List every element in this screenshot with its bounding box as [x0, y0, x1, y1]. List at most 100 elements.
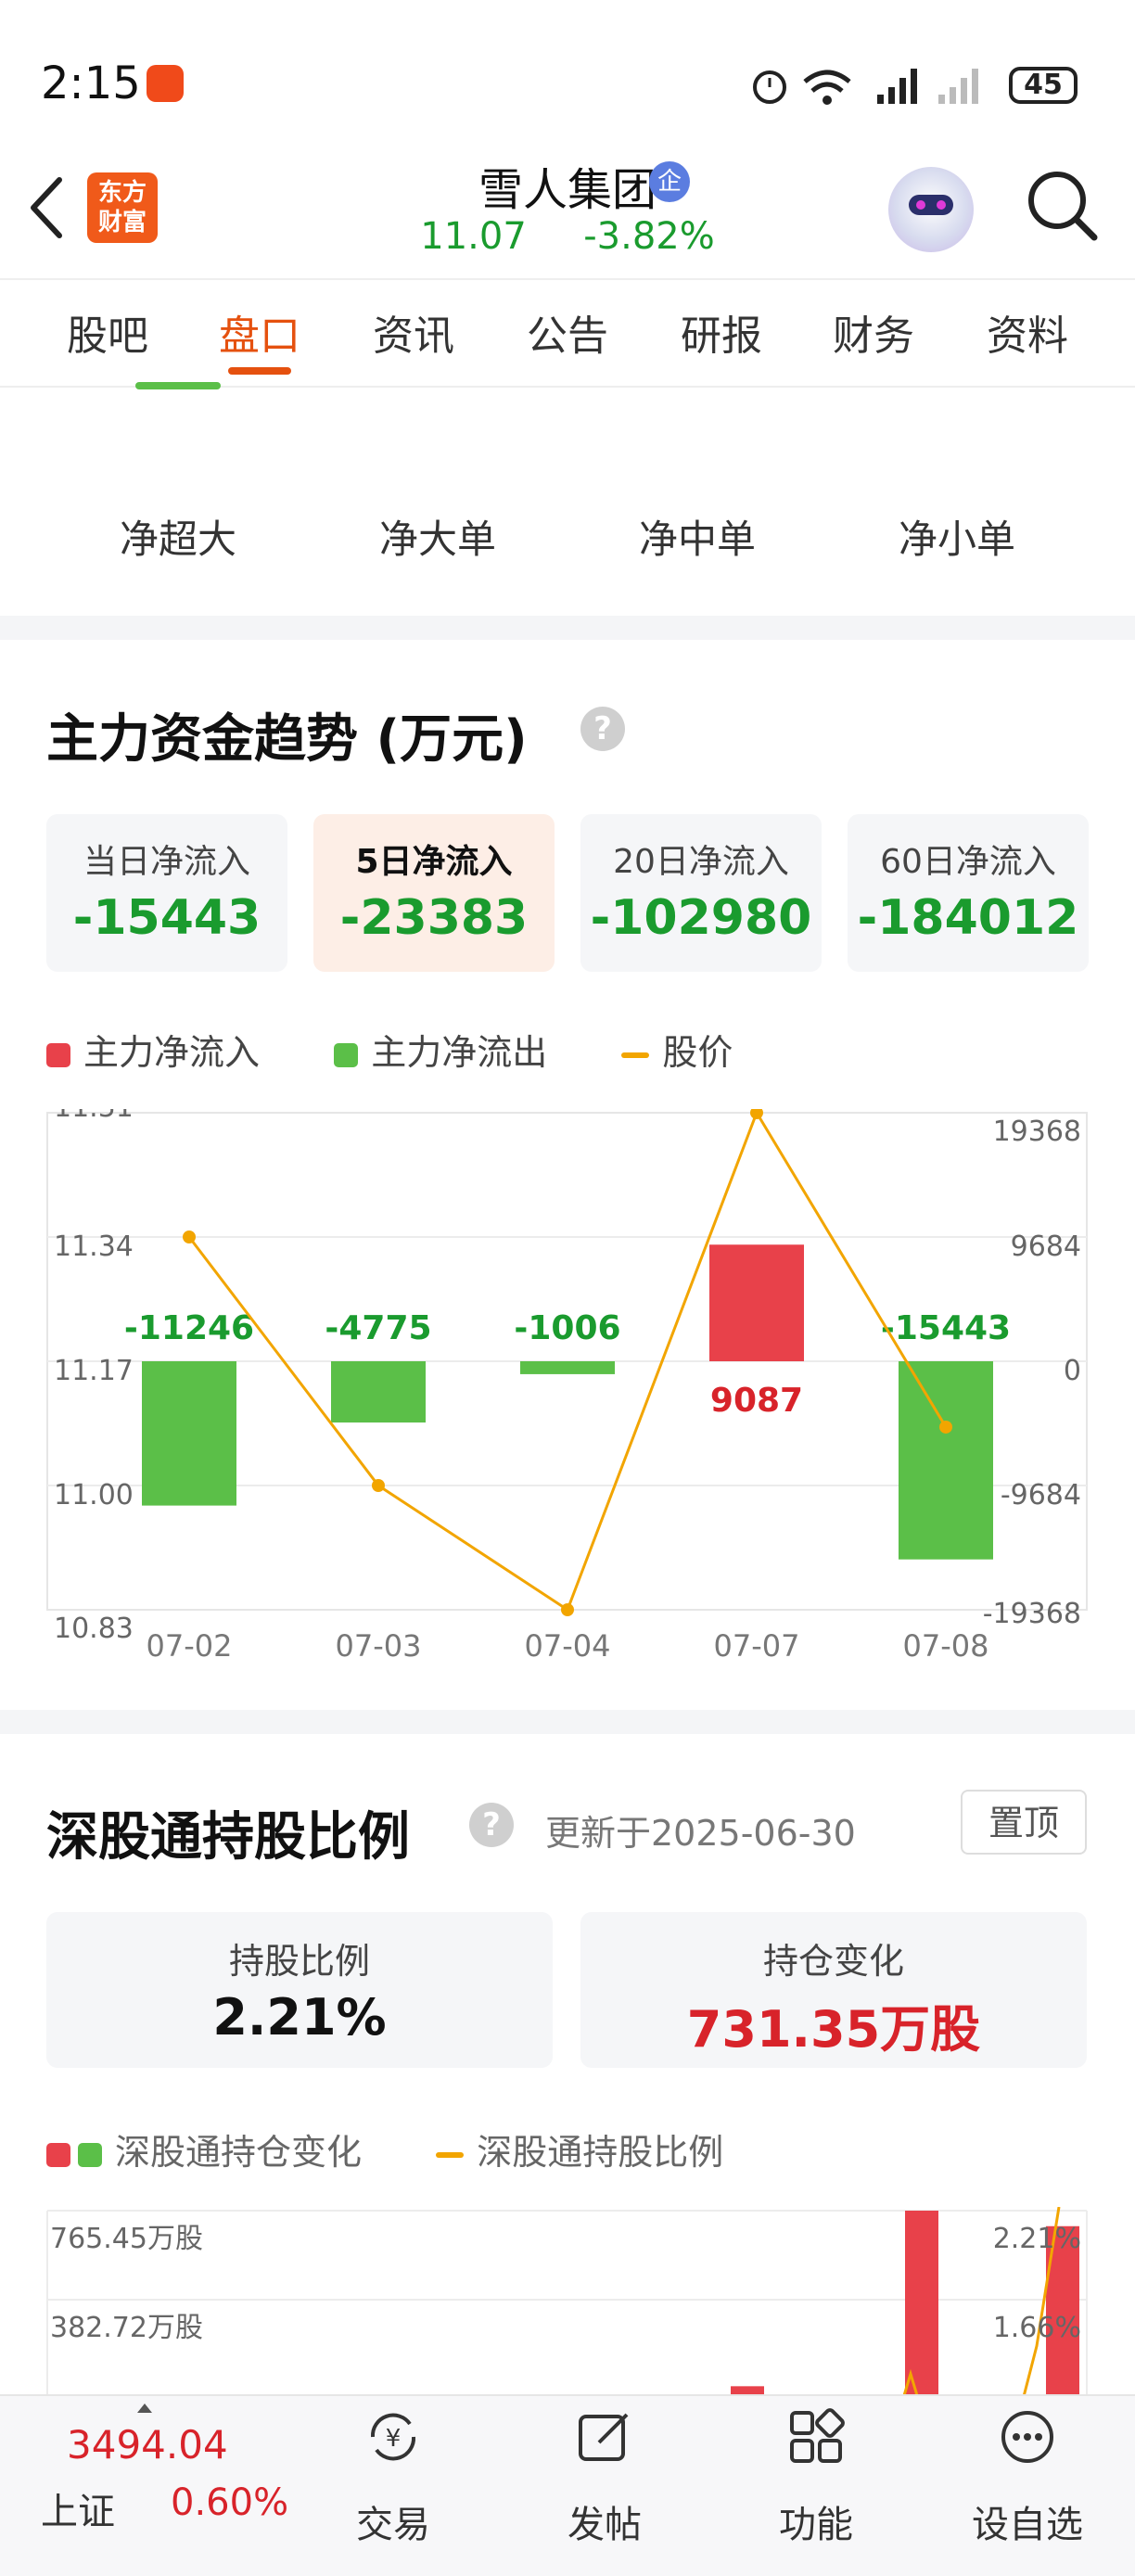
sz-connect-chart: 765.45万股 382.72万股 2.21% 1.66% — [46, 2207, 1088, 2402]
legend-ratio-swatch — [436, 2151, 465, 2158]
tab-news[interactable]: 资讯 — [339, 302, 488, 362]
caret-up-icon — [137, 2404, 152, 2413]
y-left-tick: 11.34 — [54, 1231, 134, 1263]
y-left-tick: 11.51 — [54, 1109, 134, 1124]
enterprise-badge: 企 — [649, 161, 690, 202]
x-tick-label: 07-03 — [336, 1628, 422, 1664]
fund-trend-chart: 11.51 11.34 11.17 11.00 10.83 19368 9684 0 -9684… — [46, 1109, 1088, 1664]
chart-fragment — [135, 382, 221, 389]
y-right-tick: -19368 — [983, 1598, 1081, 1630]
index-change-pct[interactable]: 0.60% — [171, 2481, 288, 2524]
x-tick-label: 07-07 — [714, 1628, 800, 1664]
legend-inflow-swatch — [46, 1042, 70, 1067]
trade-icon: ¥ — [370, 2413, 416, 2461]
x-tick-label: 07-02 — [147, 1628, 233, 1664]
y-right-tick: 9684 — [1011, 1231, 1081, 1263]
y-left-tick: 11.00 — [54, 1479, 134, 1511]
app-notification-icon — [147, 65, 184, 102]
stock-price: 11.07 — [420, 215, 527, 258]
legend-green-swatch — [78, 2142, 102, 2167]
flow-label-medium: 净中单 — [638, 516, 756, 562]
card-value: -23383 — [339, 890, 529, 946]
edit-icon — [579, 2413, 629, 2461]
section-divider — [0, 1710, 1135, 1734]
alarm-icon — [753, 70, 786, 104]
tab-profile[interactable]: 资料 — [953, 302, 1102, 362]
nav-trade[interactable]: ¥ 交易 — [319, 2402, 467, 2548]
help-icon[interactable]: ? — [469, 1803, 514, 1847]
flow-value-label: -11246 — [124, 1309, 254, 1347]
price-point — [561, 1603, 574, 1616]
y-left-tick: 765.45万股 — [50, 2223, 203, 2255]
index-value[interactable]: 3494.04 — [67, 2422, 228, 2468]
tab-finance[interactable]: 财务 — [799, 302, 948, 362]
section-divider — [0, 616, 1135, 640]
tab-announcements[interactable]: 公告 — [493, 302, 642, 362]
card-60day-inflow[interactable]: 60日净流入 -184012 — [848, 814, 1089, 972]
wifi-icon — [803, 70, 851, 105]
flow-value-label: -1006 — [514, 1309, 620, 1347]
flow-value-label: -15443 — [881, 1309, 1011, 1347]
y-right-tick: 1.66% — [993, 2312, 1081, 2344]
y-right-tick: 2.21% — [993, 2223, 1081, 2255]
flow-label-small: 净小单 — [898, 516, 1015, 562]
tab-pankou[interactable]: 盘口 — [185, 302, 334, 362]
svg-text:¥: ¥ — [386, 2425, 402, 2453]
battery-icon: 45 — [1009, 67, 1078, 104]
section-title-sz-connect: 深股通持股比例 — [46, 1807, 410, 1868]
flow-value-label: -4775 — [325, 1309, 431, 1347]
tab-research[interactable]: 研报 — [647, 302, 796, 362]
updated-date: 更新于2025-06-30 — [545, 1813, 856, 1854]
more-icon — [1001, 2411, 1053, 2463]
signal-icon — [877, 69, 917, 104]
help-icon[interactable]: ? — [580, 707, 625, 751]
y-right-tick: 0 — [1064, 1355, 1081, 1387]
holding-ratio-value: 2.21% — [212, 1988, 387, 2047]
tab-guba[interactable]: 股吧 — [33, 302, 182, 362]
flow-bar — [331, 1361, 426, 1423]
flow-label-large: 净大单 — [378, 516, 496, 562]
grid-icon — [790, 2408, 845, 2463]
index-name[interactable]: 上证 — [41, 2481, 115, 2535]
legend-inflow: 主力净流入 — [83, 1032, 261, 1073]
flow-value-label: 9087 — [710, 1382, 803, 1420]
nav-post[interactable]: 发帖 — [530, 2402, 679, 2548]
pin-to-top-button[interactable]: 置顶 — [961, 1790, 1087, 1855]
card-label: 20日净流入 — [613, 843, 789, 881]
card-today-inflow[interactable]: 当日净流入 -15443 — [46, 814, 287, 972]
nav-watchlist-label: 设自选 — [972, 2504, 1083, 2546]
x-tick-label: 07-04 — [525, 1628, 611, 1664]
legend-price-swatch — [621, 1052, 650, 1058]
card-20day-inflow[interactable]: 20日净流入 -102980 — [580, 814, 822, 972]
holding-ratio-card: 持股比例 2.21% — [46, 1912, 553, 2068]
legend-price: 股价 — [662, 1032, 733, 1073]
stock-change-pct: -3.82% — [583, 215, 715, 258]
holding-ratio-label: 持股比例 — [228, 1941, 370, 1982]
nav-functions-label: 功能 — [779, 2504, 853, 2546]
flow-label-super-large: 净超大 — [119, 516, 236, 562]
y-right-tick: 19368 — [993, 1116, 1081, 1148]
y-left-tick: 11.17 — [54, 1355, 134, 1387]
holding-change-label: 持仓变化 — [762, 1941, 904, 1982]
active-tab-indicator — [228, 367, 291, 375]
nav-add-watchlist[interactable]: 设自选 — [953, 2402, 1102, 2548]
holding-change-value: 731.35万股 — [686, 2000, 981, 2059]
flow-bar — [899, 1361, 993, 1560]
x-tick-label: 07-08 — [903, 1628, 989, 1664]
card-label: 5日净流入 — [355, 843, 513, 881]
flow-bar — [142, 1361, 236, 1506]
status-time: 2:15 — [41, 57, 141, 109]
price-point — [183, 1231, 196, 1243]
card-value: -15443 — [72, 890, 261, 946]
nav-functions[interactable]: 功能 — [742, 2402, 890, 2548]
legend-holding-change: 深股通持仓变化 — [115, 2132, 363, 2173]
section-title-fund-trend: 主力资金趋势 (万元) — [46, 709, 528, 770]
search-icon[interactable] — [1024, 167, 1102, 245]
robot-assistant-avatar[interactable] — [888, 167, 974, 252]
y-right-tick: -9684 — [1001, 1479, 1081, 1511]
flow-bar — [709, 1244, 804, 1361]
sz-chart-legend: 深股通持仓变化 深股通持股比例 — [46, 2123, 723, 2174]
card-5day-inflow[interactable]: 5日净流入 -23383 — [313, 814, 555, 972]
y-left-tick: 10.83 — [54, 1613, 134, 1645]
legend-outflow: 主力净流出 — [371, 1032, 548, 1073]
